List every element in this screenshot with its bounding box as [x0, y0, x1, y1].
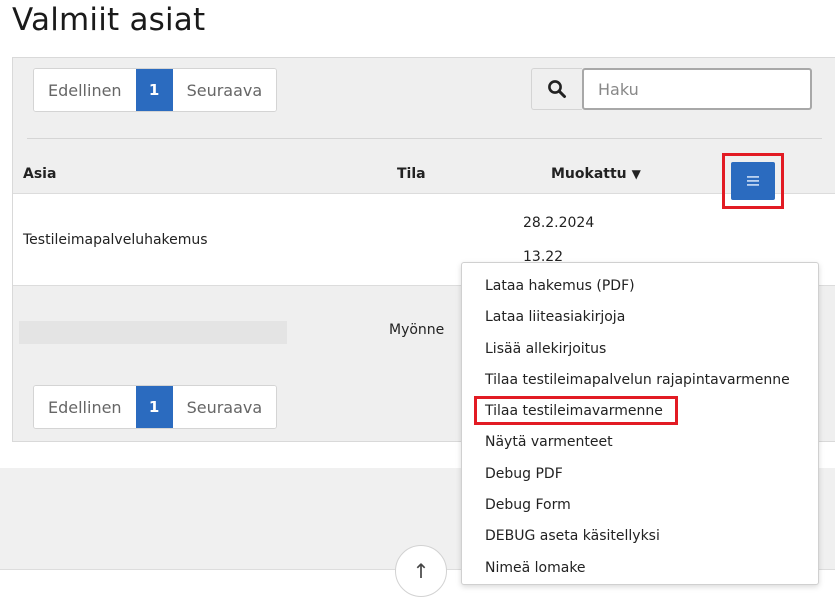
menu-item-debug-form[interactable]: Debug Form: [462, 490, 818, 521]
search-group: [531, 68, 812, 110]
row-actions-menu: Lataa hakemus (PDF) Lataa liiteasiakirjo…: [461, 262, 819, 585]
arrow-up-icon: ↑: [412, 559, 430, 583]
previous-page-button[interactable]: Edellinen: [34, 69, 136, 111]
menu-icon: [747, 176, 759, 186]
next-page-button[interactable]: Seuraava: [172, 386, 277, 428]
sort-desc-icon: ▼: [631, 167, 641, 181]
menu-item-nimea-lomake[interactable]: Nimeä lomake: [462, 553, 818, 584]
scroll-to-top-button[interactable]: ↑: [395, 545, 447, 597]
column-header-muokattu-label: Muokattu: [551, 166, 627, 182]
search-icon[interactable]: [531, 68, 582, 110]
pagination-bottom: Edellinen 1 Seuraava: [33, 385, 278, 429]
column-header-tila[interactable]: Tila: [397, 166, 426, 182]
search-input[interactable]: [582, 68, 812, 110]
menu-item-tilaa-rajapintavarmenne[interactable]: Tilaa testileimapalvelun rajapintavarmen…: [462, 365, 818, 396]
menu-item-lataa-liiteasiakirjoja[interactable]: Lataa liiteasiakirjoja: [462, 302, 818, 333]
redacted-row-text: [19, 321, 287, 344]
previous-page-button[interactable]: Edellinen: [34, 386, 136, 428]
current-page-button[interactable]: 1: [135, 69, 173, 111]
current-page-button[interactable]: 1: [135, 386, 173, 428]
page-title: Valmiit asiat: [12, 2, 206, 38]
column-header-asia[interactable]: Asia: [23, 166, 56, 182]
row-status: Myönne: [389, 322, 445, 338]
pagination-top: Edellinen 1 Seuraava: [33, 68, 278, 112]
menu-item-lataa-hakemus[interactable]: Lataa hakemus (PDF): [462, 271, 818, 302]
menu-item-debug-aseta-kasitellyksi[interactable]: DEBUG aseta käsitellyksi: [462, 521, 818, 552]
next-page-button[interactable]: Seuraava: [172, 69, 277, 111]
menu-item-lisaa-allekirjoitus[interactable]: Lisää allekirjoitus: [462, 334, 818, 365]
divider: [27, 138, 822, 139]
row-date: 28.2.2024: [523, 215, 595, 231]
row-asia: Testileimapalveluhakemus: [23, 232, 208, 248]
menu-item-debug-pdf[interactable]: Debug PDF: [462, 459, 818, 490]
column-header-muokattu[interactable]: Muokattu ▼: [551, 166, 641, 182]
row-actions-button[interactable]: [731, 162, 775, 200]
menu-button-highlight: [722, 153, 784, 209]
menu-item-tilaa-testileimavarmenne[interactable]: Tilaa testileimavarmenne: [462, 396, 818, 427]
menu-item-nayta-varmenteet[interactable]: Näytä varmenteet: [462, 427, 818, 458]
